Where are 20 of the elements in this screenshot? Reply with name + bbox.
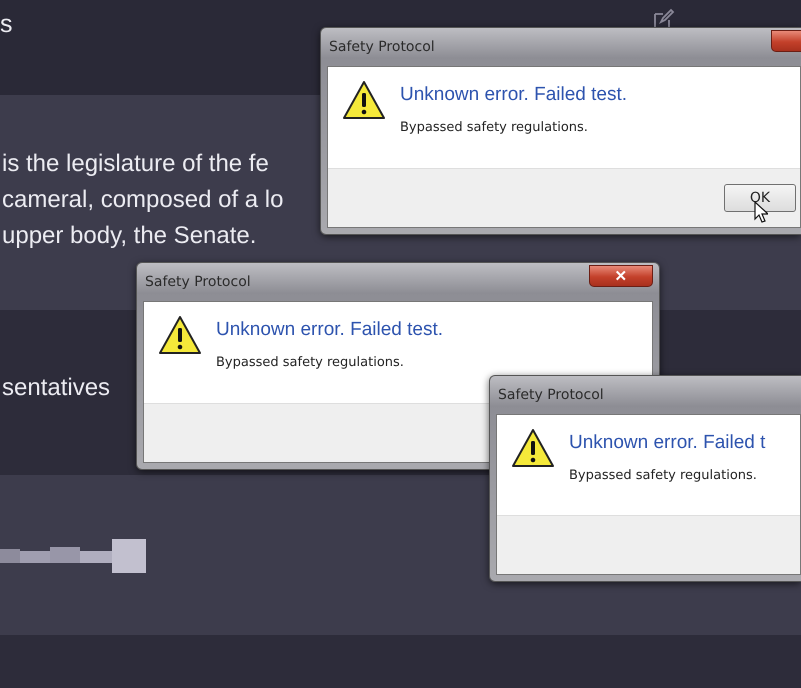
message-text: cameral, composed of a lo <box>2 185 284 215</box>
error-heading: Unknown error. Failed t <box>569 432 766 454</box>
warning-icon <box>342 80 386 120</box>
message-text: is the legislature of the fe <box>2 149 269 179</box>
message-text: upper body, the Senate. <box>2 221 256 251</box>
window-title: Safety Protocol <box>144 274 251 290</box>
warning-icon <box>158 315 202 355</box>
heading-text: sentatives <box>2 374 110 403</box>
close-button[interactable]: ✕ <box>589 265 653 287</box>
error-message: Bypassed safety regulations. <box>216 355 405 370</box>
error-heading: Unknown error. Failed test. <box>216 319 444 341</box>
error-message: Bypassed safety regulations. <box>569 468 758 483</box>
warning-icon <box>511 428 555 468</box>
error-heading: Unknown error. Failed test. <box>400 84 628 106</box>
message-text: s <box>0 10 12 39</box>
window-title: Safety Protocol <box>328 39 435 55</box>
ok-button[interactable]: OK <box>724 184 796 212</box>
error-message: Bypassed safety regulations. <box>400 120 589 135</box>
window-title: Safety Protocol <box>497 387 604 403</box>
close-button[interactable] <box>771 30 801 52</box>
